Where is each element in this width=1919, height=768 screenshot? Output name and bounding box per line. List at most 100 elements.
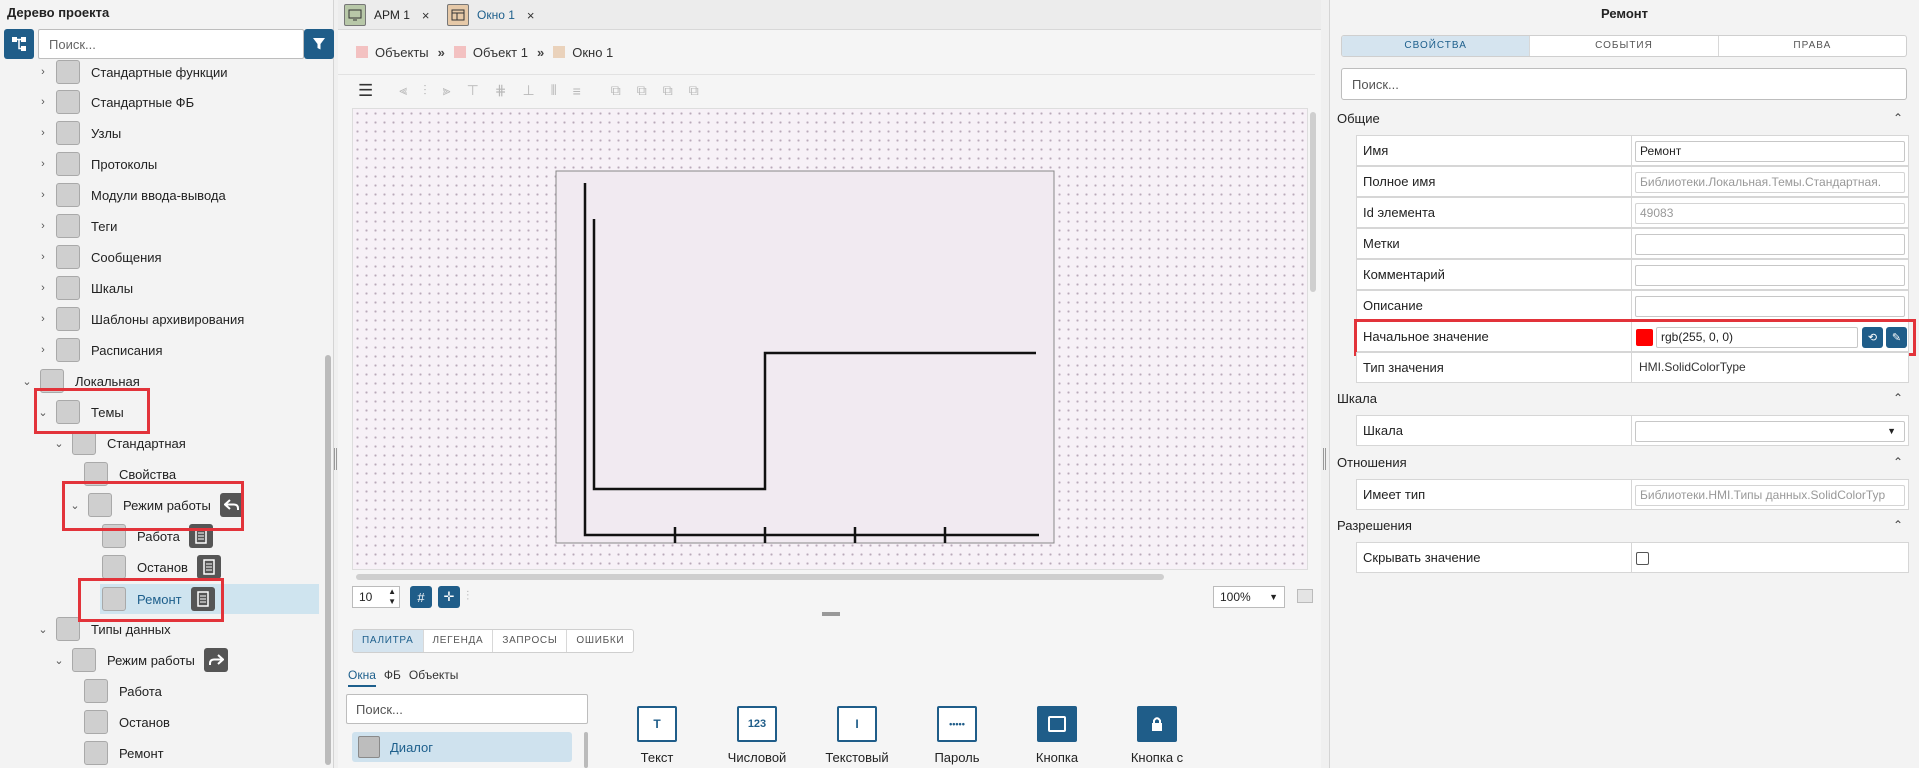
palette-list-scrollbar[interactable] (584, 732, 588, 768)
grid-size-stepper[interactable]: 10 ▲ ▼ (352, 586, 400, 608)
tags-input[interactable] (1635, 234, 1905, 255)
chevron-up-icon[interactable]: ⌃ (1893, 518, 1903, 532)
chevron-down-icon[interactable]: ⌄ (36, 623, 50, 636)
align-top-icon[interactable]: ⊤ (467, 82, 479, 99)
close-icon[interactable]: × (527, 8, 535, 23)
chevron-right-icon[interactable]: › (36, 127, 50, 139)
menu-icon[interactable]: ☰ (358, 81, 373, 101)
left-splitter[interactable] (334, 448, 337, 470)
tab-arm1[interactable]: АРМ 1 × (338, 0, 435, 30)
tree-node[interactable]: › Сообщения (36, 242, 323, 272)
bring-front-icon[interactable]: ⧉ (611, 82, 621, 99)
tree-node[interactable]: › Узлы (36, 118, 323, 148)
properties-search-input[interactable] (1341, 68, 1907, 100)
tree-node[interactable]: Останов (84, 707, 323, 737)
guides-icon[interactable]: ⫶ (466, 588, 469, 604)
tree-search-input[interactable] (38, 29, 304, 59)
chevron-down-icon[interactable]: ⌄ (52, 437, 66, 450)
tree-node[interactable]: › Шкалы (36, 273, 323, 303)
tab-legend[interactable]: ЛЕГЕНДА (424, 630, 494, 652)
subtab-windows[interactable]: Окна (348, 668, 376, 687)
align-bottom-icon[interactable]: ⊥ (523, 82, 535, 99)
grid-toggle-button[interactable]: # (410, 586, 432, 608)
chevron-right-icon[interactable]: › (36, 96, 50, 108)
minimap-icon[interactable] (1297, 589, 1313, 603)
chevron-right-icon[interactable]: › (36, 282, 50, 294)
tree-node[interactable]: › Шаблоны архивирования (36, 304, 323, 334)
chevron-right-icon[interactable]: › (36, 189, 50, 201)
palette-item-button[interactable]: Кнопка (1012, 706, 1102, 765)
tree-scrollbar[interactable] (325, 355, 331, 765)
distribute-v-icon[interactable]: ≡ (573, 83, 581, 99)
tab-rights[interactable]: ПРАВА (1719, 36, 1906, 56)
tree-view-button[interactable] (4, 29, 34, 59)
tab-properties[interactable]: СВОЙСТВА (1342, 36, 1531, 56)
canvas-vscrollbar[interactable] (1310, 112, 1316, 292)
tree-node[interactable]: › Теги (36, 211, 323, 241)
tab-errors[interactable]: ОШИБКИ (567, 630, 633, 652)
subtab-fb[interactable]: ФБ (384, 668, 401, 687)
section-scale[interactable]: Шкала ⌃ (1337, 386, 1909, 410)
name-input[interactable]: Ремонт (1635, 141, 1905, 162)
chevron-right-icon[interactable]: › (36, 158, 50, 170)
group-icon[interactable]: ⧉ (663, 82, 673, 99)
palette-item-password[interactable]: ••••• Пароль (912, 706, 1002, 765)
palette-list-item[interactable]: Диалог (352, 732, 572, 762)
chevron-down-icon[interactable]: ⌄ (52, 654, 66, 667)
breadcrumb-item[interactable]: Объекты (375, 45, 429, 60)
tree-node[interactable]: › Стандартные функции (36, 60, 323, 87)
chevron-down-icon[interactable]: ⌄ (20, 375, 34, 388)
chevron-right-icon[interactable]: › (36, 251, 50, 263)
palette-item-numeric[interactable]: 123 Числовой (712, 706, 802, 765)
palette-item-text[interactable]: T Текст (612, 706, 702, 765)
tree-node[interactable]: ⌄ Режим работы (52, 645, 323, 675)
tab-window1[interactable]: Окно 1 × (441, 0, 541, 30)
tab-queries[interactable]: ЗАПРОСЫ (493, 630, 568, 652)
description-input[interactable] (1635, 296, 1905, 317)
hide-value-checkbox[interactable] (1636, 552, 1649, 565)
palette-item-lock-button[interactable]: Кнопка с (1112, 706, 1202, 765)
breadcrumb-item[interactable]: Окно 1 (572, 45, 613, 60)
zoom-select[interactable]: 100% ▼ (1213, 586, 1285, 608)
subtab-objects[interactable]: Объекты (409, 668, 459, 687)
tab-events[interactable]: СОБЫТИЯ (1530, 36, 1719, 56)
tree-node[interactable]: › Протоколы (36, 149, 323, 179)
align-right-icon[interactable]: ⫸ (443, 82, 451, 99)
close-icon[interactable]: × (422, 8, 430, 23)
ungroup-icon[interactable]: ⧉ (689, 82, 699, 99)
chevron-right-icon[interactable]: › (36, 313, 50, 325)
send-back-icon[interactable]: ⧉ (637, 82, 647, 99)
chevron-right-icon[interactable]: › (36, 344, 50, 356)
chevron-up-icon[interactable]: ⌃ (1893, 455, 1903, 469)
filter-button[interactable] (304, 29, 334, 59)
distribute-h-icon[interactable]: ⫴ (551, 82, 557, 99)
palette-search-input[interactable] (346, 694, 588, 724)
tree-node[interactable]: Ремонт (84, 738, 323, 768)
comment-input[interactable] (1635, 265, 1905, 286)
chevron-up-icon[interactable]: ⌃ (1893, 111, 1903, 125)
design-canvas[interactable] (352, 108, 1308, 570)
tab-palette[interactable]: ПАЛИТРА (353, 630, 424, 652)
scale-select[interactable]: ▼ (1635, 421, 1905, 442)
align-middle-icon[interactable]: ⋕ (495, 82, 507, 99)
breadcrumb-item[interactable]: Объект 1 (473, 45, 528, 60)
align-center-icon[interactable]: ⫶ (423, 82, 427, 99)
tree-node[interactable]: › Расписания (36, 335, 323, 365)
palette-item-textinput[interactable]: I Текстовый (812, 706, 902, 765)
snap-toggle-button[interactable]: ✛ (438, 586, 460, 608)
stepper-arrows-icon[interactable]: ▲ ▼ (388, 587, 396, 607)
section-relations[interactable]: Отношения ⌃ (1337, 450, 1909, 474)
right-splitter[interactable] (1323, 448, 1326, 470)
align-left-icon[interactable]: ⫷ (399, 82, 407, 99)
chevron-right-icon[interactable]: › (36, 66, 50, 78)
tree-node[interactable]: › Стандартные ФБ (36, 87, 323, 117)
window-frame[interactable] (555, 170, 1055, 544)
canvas-hscrollbar[interactable] (356, 574, 1164, 580)
chevron-up-icon[interactable]: ⌃ (1893, 391, 1903, 405)
section-general[interactable]: Общие ⌃ (1337, 106, 1909, 130)
section-permissions[interactable]: Разрешения ⌃ (1337, 513, 1909, 537)
tree-node[interactable]: Работа (84, 676, 323, 706)
panel-splitter[interactable] (822, 612, 840, 616)
chevron-right-icon[interactable]: › (36, 220, 50, 232)
tree-node[interactable]: › Модули ввода-вывода (36, 180, 323, 210)
